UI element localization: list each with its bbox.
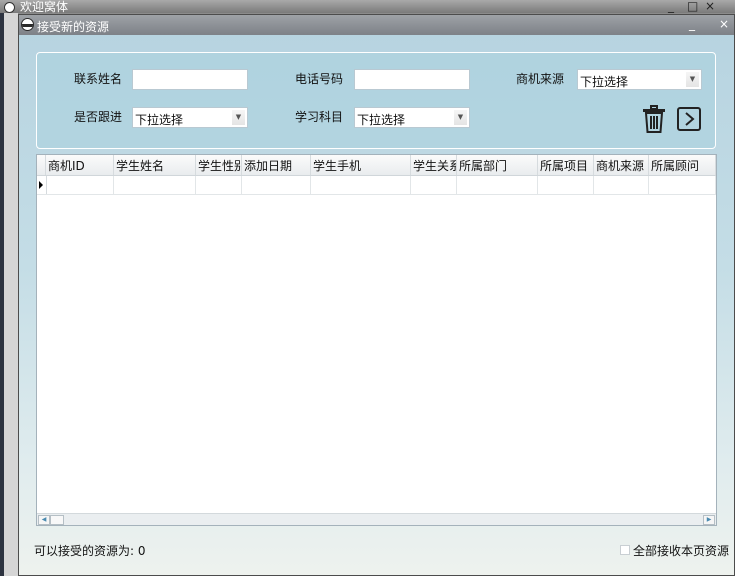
follow-up-select[interactable]: 下拉选择 ▼ xyxy=(132,107,248,128)
chevron-down-icon[interactable]: ▼ xyxy=(686,72,699,87)
phone-label: 电话号码 xyxy=(295,72,344,86)
column-header[interactable]: 所属部门 xyxy=(457,155,538,175)
subject-select[interactable]: 下拉选择 ▼ xyxy=(354,107,470,128)
scroll-left-icon[interactable]: ◀ xyxy=(38,515,50,525)
background-maximize-button[interactable]: □ xyxy=(687,0,698,13)
subject-label: 学习科目 xyxy=(295,110,344,124)
column-header[interactable]: 所属顾问 xyxy=(649,155,716,175)
table-cell[interactable] xyxy=(594,176,649,194)
accept-all-label[interactable]: 全部接收本页资源 xyxy=(633,542,729,559)
column-header[interactable]: 商机来源 xyxy=(594,155,649,175)
contact-name-label: 联系姓名 xyxy=(74,72,123,86)
table-cell[interactable] xyxy=(46,176,114,194)
table-cell[interactable] xyxy=(538,176,594,194)
follow-up-select-value: 下拉选择 xyxy=(135,113,184,127)
app-logo-icon xyxy=(4,2,15,13)
filter-panel: 联系姓名 电话号码 商机来源 下拉选择 ▼ 是否跟进 下拉选择 ▼ 学习科目 下… xyxy=(36,52,716,149)
column-header[interactable]: 学生关系 xyxy=(411,155,457,175)
title-bar: 接受新的资源 _ × xyxy=(19,15,734,35)
column-header[interactable]: 学生性别 xyxy=(196,155,242,175)
table-cell[interactable] xyxy=(411,176,457,194)
background-panel-edge xyxy=(4,13,18,576)
acceptable-count-status: 可以接受的资源为: 0 xyxy=(34,544,146,558)
table-row[interactable] xyxy=(37,176,716,195)
background-close-button[interactable]: × xyxy=(705,0,715,13)
source-select[interactable]: 下拉选择 ▼ xyxy=(577,69,702,90)
table-cell[interactable] xyxy=(242,176,311,194)
table-cell[interactable] xyxy=(114,176,196,194)
app-logo-icon xyxy=(21,18,34,31)
accept-resources-window: 接受新的资源 _ × 联系姓名 电话号码 商机来源 下拉选择 ▼ 是否跟进 下拉… xyxy=(18,14,735,576)
chevron-down-icon[interactable]: ▼ xyxy=(232,110,245,125)
table-cell[interactable] xyxy=(457,176,538,194)
trash-icon[interactable] xyxy=(642,105,666,133)
column-header[interactable]: 学生手机 xyxy=(311,155,411,175)
window-title: 接受新的资源 xyxy=(37,20,110,34)
phone-input[interactable] xyxy=(354,69,470,90)
accept-all-checkbox[interactable] xyxy=(620,545,630,555)
table-cell[interactable] xyxy=(311,176,411,194)
table-header: 商机ID 学生姓名 学生性别 添加日期 学生手机 学生关系 所属部门 所属项目 … xyxy=(37,155,716,176)
subject-select-value: 下拉选择 xyxy=(357,113,406,127)
table-cell[interactable] xyxy=(649,176,716,194)
horizontal-scrollbar[interactable]: ◀ ▶ xyxy=(37,513,716,525)
source-select-value: 下拉选择 xyxy=(580,75,629,89)
row-header-corner xyxy=(37,155,46,175)
follow-up-label: 是否跟进 xyxy=(74,110,123,124)
minimize-button[interactable]: _ xyxy=(689,17,695,31)
scrollbar-thumb[interactable] xyxy=(50,515,64,525)
background-title-bar: 欢迎窝体 _ □ × xyxy=(0,0,735,13)
chevron-down-icon[interactable]: ▼ xyxy=(454,110,467,125)
resource-table[interactable]: 商机ID 学生姓名 学生性别 添加日期 学生手机 学生关系 所属部门 所属项目 … xyxy=(36,154,717,526)
next-button[interactable] xyxy=(677,107,701,131)
scroll-right-icon[interactable]: ▶ xyxy=(703,515,715,525)
contact-name-input[interactable] xyxy=(132,69,248,90)
close-button[interactable]: × xyxy=(719,17,729,31)
source-label: 商机来源 xyxy=(516,72,565,86)
column-header[interactable]: 学生姓名 xyxy=(114,155,196,175)
column-header[interactable]: 添加日期 xyxy=(242,155,311,175)
column-header[interactable]: 所属项目 xyxy=(538,155,594,175)
background-window-title: 欢迎窝体 xyxy=(20,0,69,13)
background-minimize-button[interactable]: _ xyxy=(668,0,674,13)
table-cell[interactable] xyxy=(196,176,242,194)
column-header[interactable]: 商机ID xyxy=(46,155,114,175)
chevron-right-icon xyxy=(685,112,695,126)
